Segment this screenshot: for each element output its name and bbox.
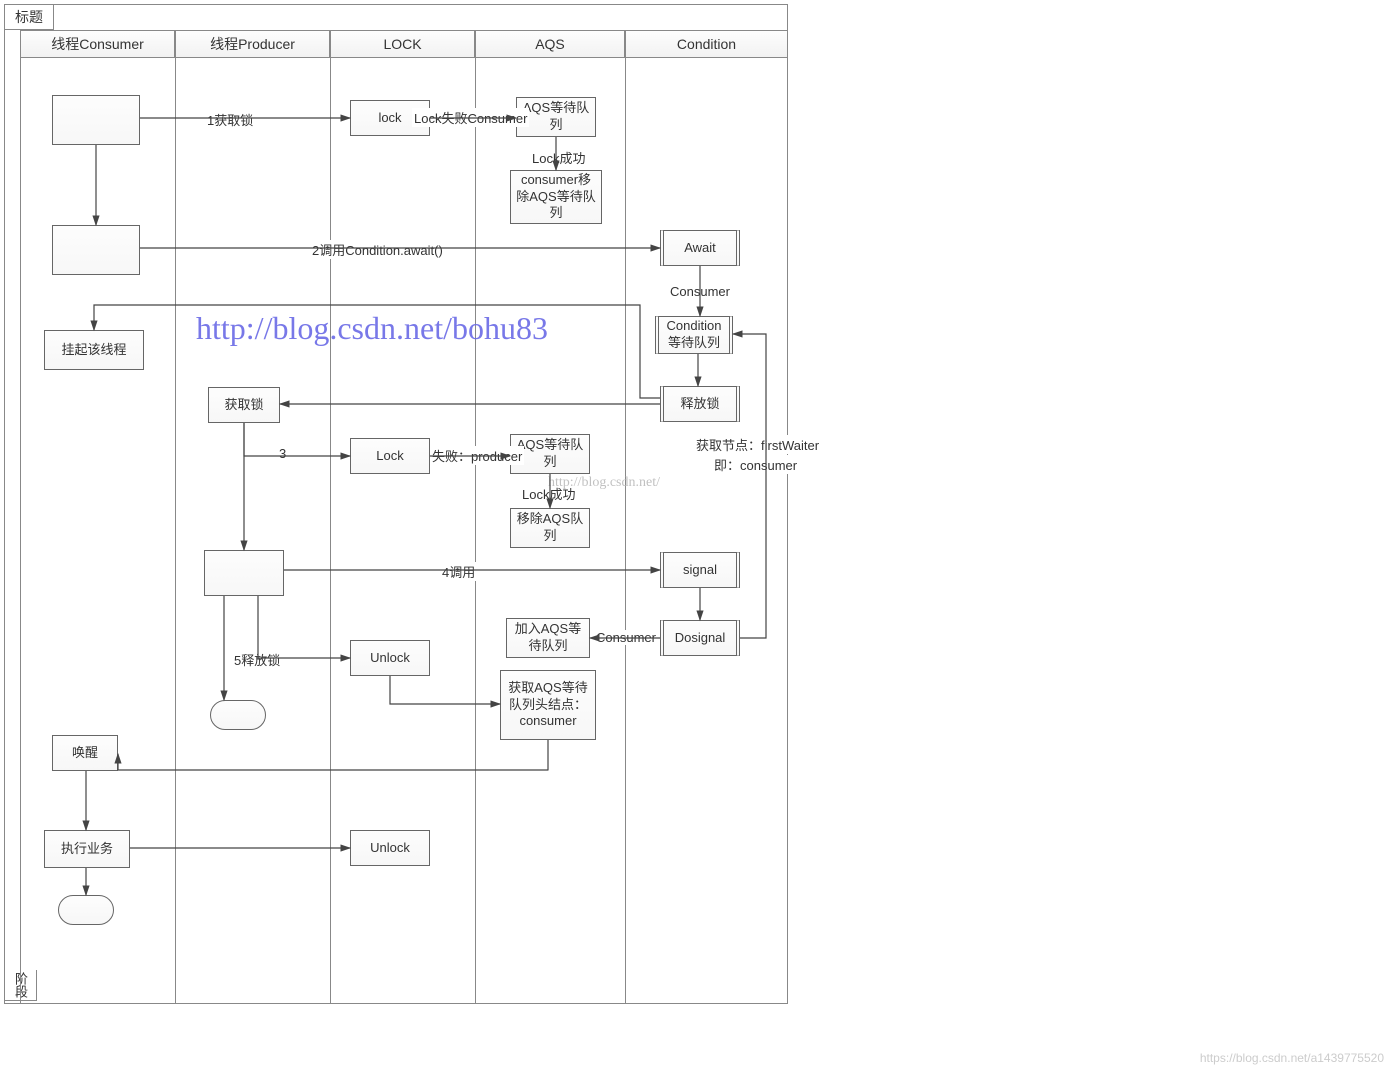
- label-2: 2调用Condition.await(): [310, 240, 445, 259]
- node-unlock2: Unlock: [350, 830, 430, 866]
- label-firstwaiter2: 即：consumer: [712, 455, 799, 474]
- label-1: 1获取锁: [205, 110, 255, 129]
- label-locksuccess1: Lock成功: [530, 148, 587, 167]
- diagram-canvas: 标题 阶段 线程Consumer 线程Producer LOCK AQS Con…: [0, 0, 1392, 1071]
- lane-sep-4: [625, 58, 626, 1004]
- lane-sep-3: [475, 58, 476, 1004]
- node-exec: 执行业务: [44, 830, 130, 868]
- label-fail-producer: 失败：producer: [430, 446, 524, 465]
- node-signal: signal: [660, 552, 740, 588]
- label-5: 5释放锁: [232, 650, 282, 669]
- node-aqs-join: 加入AQS等待队列: [506, 618, 590, 658]
- node-consumer-end: [58, 895, 114, 925]
- lane-head-consumer: 线程Consumer: [20, 30, 175, 58]
- label-4: 4调用: [440, 562, 477, 581]
- label-lockfail-consumer: Lock失败Consumer: [412, 108, 529, 127]
- label-3: 3: [277, 446, 288, 461]
- lane-sep-2: [330, 58, 331, 1004]
- node-cond-wait: Condition 等待队列: [655, 316, 733, 354]
- footer-url: https://blog.csdn.net/a1439775520: [1200, 1051, 1384, 1065]
- node-suspend: 挂起该线程: [44, 330, 144, 370]
- node-aqs-remove2: 移除AQS队列: [510, 508, 590, 548]
- lane-head-lock: LOCK: [330, 30, 475, 58]
- lane-sep-1: [175, 58, 176, 1004]
- node-producer-mid: [204, 550, 284, 596]
- node-aqs-consumer-remove: consumer移除AQS等待队列: [510, 170, 602, 224]
- node-release: 释放锁: [660, 386, 740, 422]
- node-unlock1: Unlock: [350, 640, 430, 676]
- watermark-main: http://blog.csdn.net/bohu83: [196, 310, 548, 347]
- lane-head-aqs: AQS: [475, 30, 625, 58]
- label-consumer2: Consumer: [594, 630, 658, 645]
- frame-title-text: 标题: [15, 9, 43, 25]
- lane-head-producer: 线程Producer: [175, 30, 330, 58]
- node-getlock: 获取锁: [208, 387, 280, 423]
- node-consumer-wait: [52, 225, 140, 275]
- node-wake: 唤醒: [52, 735, 118, 771]
- node-dosignal: Dosignal: [660, 620, 740, 656]
- node-producer-end: [210, 700, 266, 730]
- label-consumer: Consumer: [668, 284, 732, 299]
- watermark-faint: http://blog.csdn.net/: [548, 475, 660, 491]
- node-consumer-start: [52, 95, 140, 145]
- node-aqs-gethead: 获取AQS等待队列头结点：consumer: [500, 670, 596, 740]
- lane-head-condition: Condition: [625, 30, 788, 58]
- node-await: Await: [660, 230, 740, 266]
- label-firstwaiter1: 获取节点：firstWaiter: [694, 435, 821, 454]
- node-lock2: Lock: [350, 438, 430, 474]
- frame-title: 标题: [5, 5, 54, 30]
